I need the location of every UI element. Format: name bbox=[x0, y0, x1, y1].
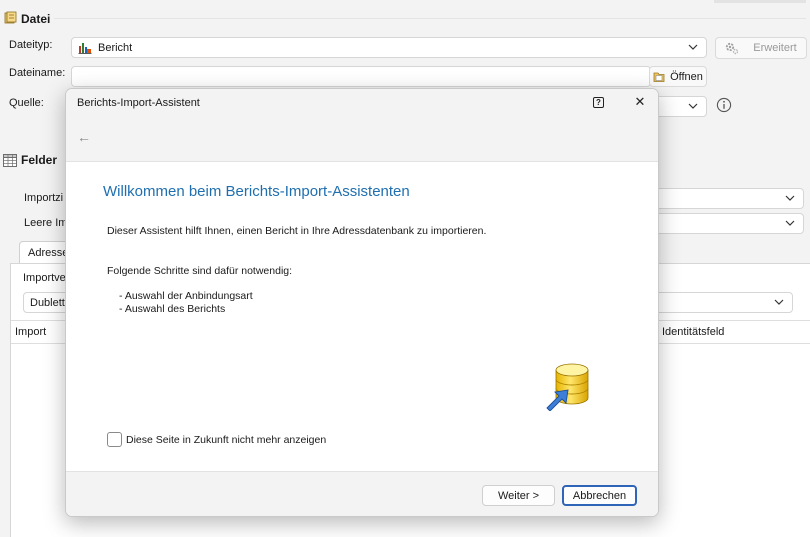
importziel-select-visible-part[interactable] bbox=[655, 188, 804, 209]
dateityp-value: Bericht bbox=[98, 41, 133, 54]
leere-import-select-visible-part[interactable] bbox=[655, 213, 804, 234]
tab-adressen[interactable]: Adresse bbox=[19, 241, 69, 264]
quelle-select-visible-part[interactable] bbox=[655, 96, 707, 117]
help-icon: ? bbox=[596, 97, 601, 107]
dont-show-again-checkbox[interactable] bbox=[107, 432, 122, 447]
dateiname-input[interactable] bbox=[71, 66, 651, 87]
close-icon: ✕ bbox=[634, 94, 646, 109]
chevron-down-icon bbox=[774, 299, 784, 305]
erweitert-label: Erweitert bbox=[753, 42, 797, 54]
next-button[interactable]: Weiter > bbox=[482, 485, 555, 506]
oeffnen-button[interactable]: Öffnen bbox=[649, 66, 707, 87]
chevron-down-icon bbox=[785, 195, 795, 201]
dont-show-again-label: Diese Seite in Zukunft nicht mehr anzeig… bbox=[126, 434, 327, 446]
next-button-label: Weiter > bbox=[497, 489, 540, 502]
gear-icon bbox=[725, 41, 739, 55]
datei-header-divider bbox=[54, 18, 806, 19]
dialog-step-2: - Auswahl des Berichts bbox=[119, 303, 226, 315]
dublette-value: Dublett bbox=[30, 296, 65, 309]
dialog-heading: Willkommen beim Berichts-Import-Assisten… bbox=[103, 183, 410, 200]
back-button[interactable]: ← bbox=[75, 128, 93, 146]
importvorgang-label: Importve bbox=[23, 272, 66, 284]
dateityp-select[interactable]: Bericht bbox=[71, 37, 707, 58]
importziel-label: Importzi bbox=[24, 192, 64, 204]
database-import-icon bbox=[545, 361, 591, 414]
back-arrow-icon: ← bbox=[77, 129, 91, 145]
table-grid-icon bbox=[3, 153, 17, 167]
open-folder-icon bbox=[653, 71, 666, 83]
quelle-label: Quelle: bbox=[9, 97, 44, 109]
felder-section-title: Felder bbox=[21, 153, 58, 167]
chevron-down-icon bbox=[688, 103, 698, 109]
top-right-toolbar-stub bbox=[714, 0, 806, 3]
datei-section-title: Datei bbox=[21, 12, 51, 26]
oeffnen-label: Öffnen bbox=[670, 70, 703, 83]
cancel-button[interactable]: Abbrechen bbox=[562, 485, 637, 506]
erweitert-button[interactable]: Erweitert bbox=[715, 37, 807, 59]
report-icon bbox=[78, 41, 92, 54]
leere-import-label: Leere Im bbox=[24, 217, 68, 229]
file-cabinet-icon bbox=[4, 11, 17, 27]
dialog-intro-text: Dieser Assistent hilft Ihnen, einen Beri… bbox=[107, 225, 487, 237]
column-header-import[interactable]: Import bbox=[15, 326, 46, 338]
dialog-step-1: - Auswahl der Anbindungsart bbox=[119, 290, 253, 302]
dateiname-label: Dateiname: bbox=[9, 67, 66, 79]
dialog-title: Berichts-Import-Assistent bbox=[77, 97, 200, 109]
datei-section-header: Datei bbox=[4, 11, 50, 27]
column-header-identitaetsfeld[interactable]: Identitätsfeld bbox=[662, 326, 724, 338]
chevron-down-icon bbox=[785, 220, 795, 226]
dialog-steps-intro: Folgende Schritte sind dafür notwendig: bbox=[107, 265, 293, 277]
tab-adressen-label: Adresse bbox=[28, 247, 69, 259]
chevron-down-icon bbox=[688, 44, 698, 50]
help-button[interactable]: ? bbox=[593, 97, 604, 108]
felder-section-header: Felder bbox=[3, 153, 57, 167]
info-icon[interactable] bbox=[716, 97, 732, 116]
close-button[interactable]: ✕ bbox=[632, 94, 648, 110]
berichts-import-dialog: Berichts-Import-Assistent ? ✕ ← Willkomm… bbox=[65, 88, 659, 517]
dateityp-label: Dateityp: bbox=[9, 39, 53, 51]
cancel-button-label: Abbrechen bbox=[572, 489, 627, 502]
